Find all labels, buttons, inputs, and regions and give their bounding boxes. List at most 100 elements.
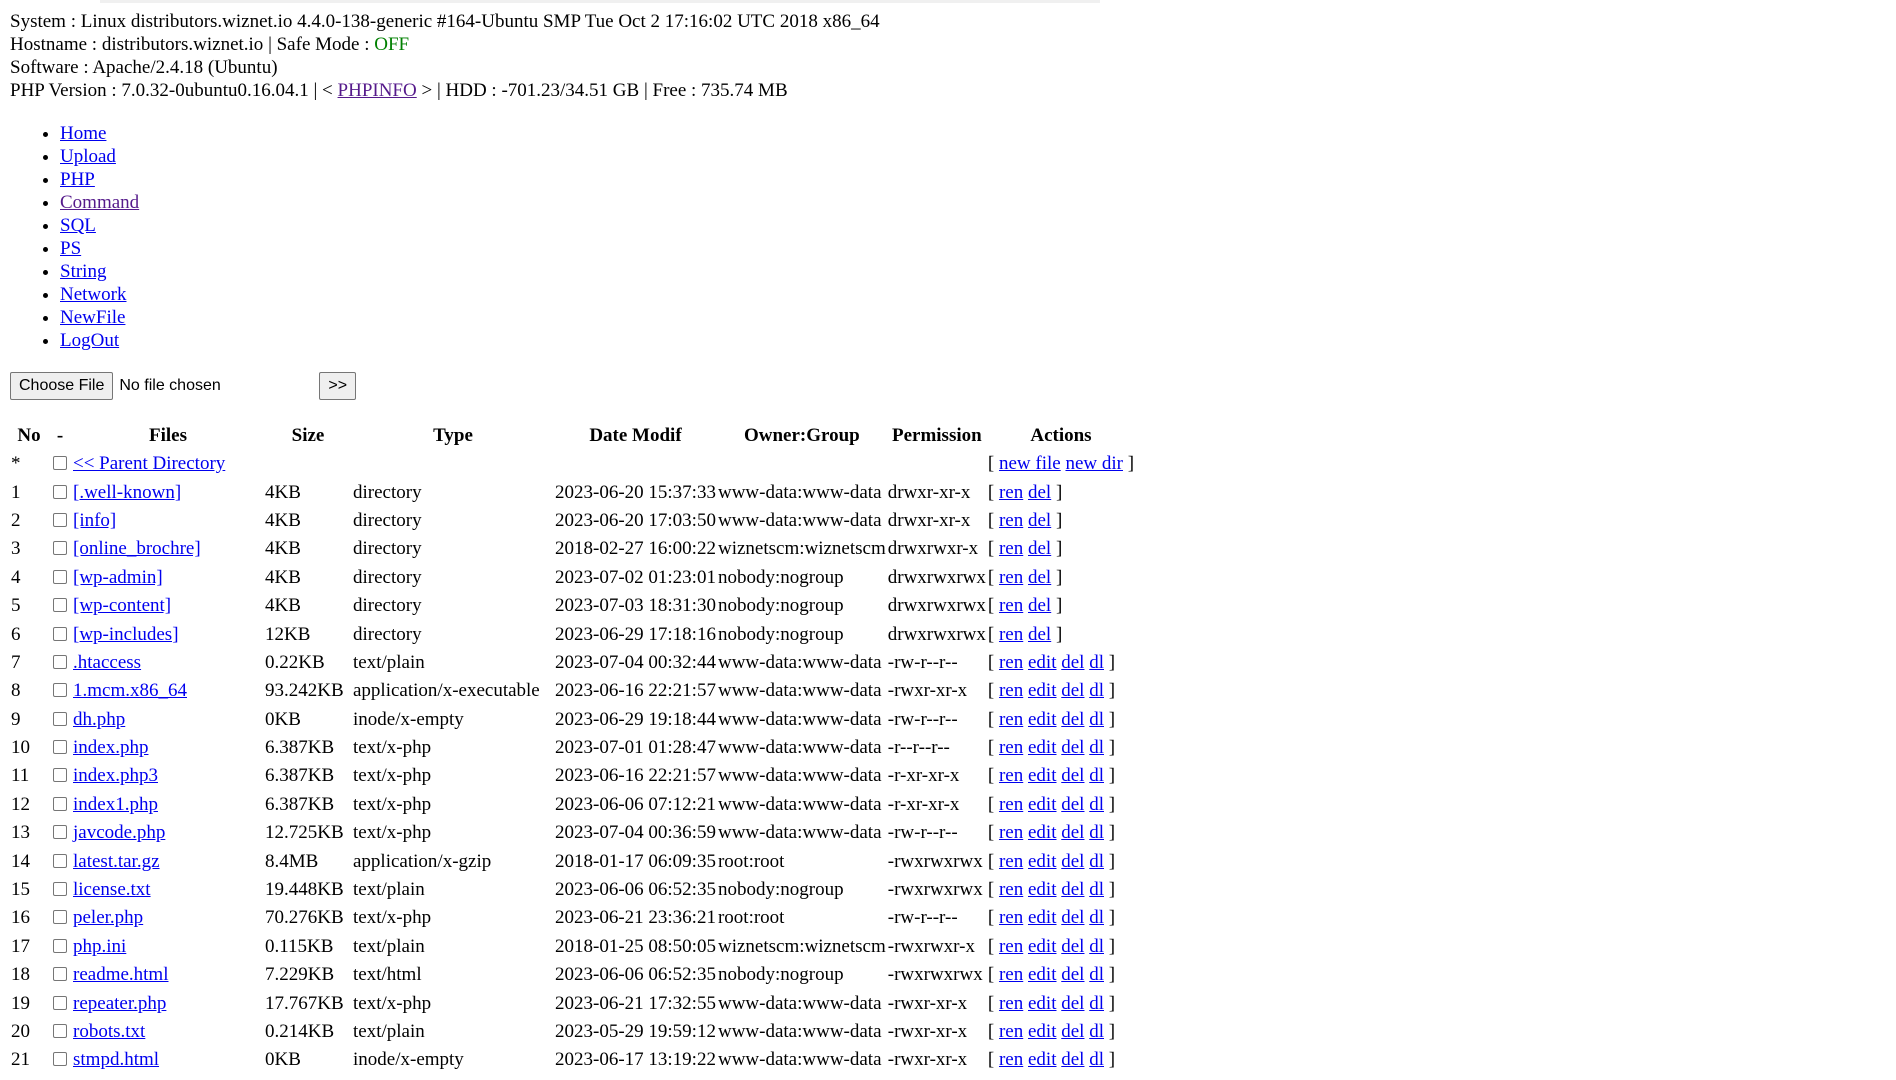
delete-link[interactable]: del <box>1061 822 1084 843</box>
new-file-link[interactable]: new file <box>999 453 1061 474</box>
row-checkbox[interactable] <box>53 711 67 726</box>
download-link[interactable]: dl <box>1089 680 1104 701</box>
row-checkbox[interactable] <box>53 882 67 897</box>
row-checkbox[interactable] <box>53 796 67 811</box>
rename-link[interactable]: ren <box>999 624 1023 645</box>
file-link[interactable]: php.ini <box>73 936 126 957</box>
delete-link[interactable]: del <box>1061 652 1084 673</box>
delete-link[interactable]: del <box>1061 964 1084 985</box>
file-link[interactable]: peler.php <box>73 907 143 928</box>
download-link[interactable]: dl <box>1089 993 1104 1014</box>
file-link[interactable]: [wp-includes] <box>73 624 179 645</box>
row-checkbox[interactable] <box>53 995 67 1010</box>
file-link[interactable]: javcode.php <box>73 822 165 843</box>
delete-link[interactable]: del <box>1028 624 1051 645</box>
download-link[interactable]: dl <box>1089 879 1104 900</box>
file-link[interactable]: [wp-content] <box>73 595 171 616</box>
rename-link[interactable]: ren <box>999 851 1023 872</box>
row-checkbox[interactable] <box>53 1024 67 1038</box>
rename-link[interactable]: ren <box>999 652 1023 673</box>
nav-link-sql[interactable]: SQL <box>60 215 96 236</box>
row-checkbox[interactable] <box>53 853 67 868</box>
file-link[interactable]: latest.tar.gz <box>73 851 160 872</box>
download-link[interactable]: dl <box>1089 1021 1104 1042</box>
file-link[interactable]: index.php <box>73 737 148 758</box>
delete-link[interactable]: del <box>1061 993 1084 1014</box>
rename-link[interactable]: ren <box>999 822 1023 843</box>
nav-link-command[interactable]: Command <box>60 192 139 213</box>
rename-link[interactable]: ren <box>999 993 1023 1014</box>
nav-link-upload[interactable]: Upload <box>60 146 116 167</box>
rename-link[interactable]: ren <box>999 765 1023 786</box>
delete-link[interactable]: del <box>1061 765 1084 786</box>
edit-link[interactable]: edit <box>1028 851 1057 872</box>
rename-link[interactable]: ren <box>999 510 1023 531</box>
edit-link[interactable]: edit <box>1028 737 1057 758</box>
delete-link[interactable]: del <box>1061 680 1084 701</box>
rename-link[interactable]: ren <box>999 567 1023 588</box>
file-link[interactable]: [wp-admin] <box>73 567 163 588</box>
row-checkbox[interactable] <box>53 456 67 471</box>
file-link[interactable]: [.well-known] <box>73 482 181 503</box>
file-link[interactable]: robots.txt <box>73 1021 145 1042</box>
file-link[interactable]: 1.mcm.x86_64 <box>73 680 187 701</box>
download-link[interactable]: dl <box>1089 765 1104 786</box>
rename-link[interactable]: ren <box>999 680 1023 701</box>
edit-link[interactable]: edit <box>1028 794 1057 815</box>
row-checkbox[interactable] <box>53 512 67 527</box>
delete-link[interactable]: del <box>1061 936 1084 957</box>
file-link[interactable]: dh.php <box>73 709 125 730</box>
file-link[interactable]: index.php3 <box>73 765 158 786</box>
nav-link-home[interactable]: Home <box>60 123 106 144</box>
download-link[interactable]: dl <box>1089 709 1104 730</box>
download-link[interactable]: dl <box>1089 737 1104 758</box>
file-link[interactable]: readme.html <box>73 964 169 985</box>
nav-link-network[interactable]: Network <box>60 284 126 305</box>
delete-link[interactable]: del <box>1028 595 1051 616</box>
edit-link[interactable]: edit <box>1028 765 1057 786</box>
rename-link[interactable]: ren <box>999 737 1023 758</box>
delete-link[interactable]: del <box>1061 1049 1084 1070</box>
delete-link[interactable]: del <box>1061 737 1084 758</box>
row-checkbox[interactable] <box>53 541 67 556</box>
rename-link[interactable]: ren <box>999 1021 1023 1042</box>
rename-link[interactable]: ren <box>999 482 1023 503</box>
new-dir-link[interactable]: new dir <box>1065 453 1123 474</box>
rename-link[interactable]: ren <box>999 964 1023 985</box>
edit-link[interactable]: edit <box>1028 879 1057 900</box>
delete-link[interactable]: del <box>1061 851 1084 872</box>
rename-link[interactable]: ren <box>999 595 1023 616</box>
edit-link[interactable]: edit <box>1028 822 1057 843</box>
parent-directory-link[interactable]: << Parent Directory <box>73 453 225 474</box>
delete-link[interactable]: del <box>1061 907 1084 928</box>
rename-link[interactable]: ren <box>999 709 1023 730</box>
choose-file-button[interactable]: Choose File <box>10 372 114 400</box>
file-link[interactable]: stmpd.html <box>73 1049 159 1070</box>
row-checkbox[interactable] <box>53 740 67 755</box>
delete-link[interactable]: del <box>1028 538 1051 559</box>
edit-link[interactable]: edit <box>1028 1021 1057 1042</box>
delete-link[interactable]: del <box>1061 879 1084 900</box>
delete-link[interactable]: del <box>1061 1021 1084 1042</box>
edit-link[interactable]: edit <box>1028 652 1057 673</box>
edit-link[interactable]: edit <box>1028 680 1057 701</box>
nav-link-php[interactable]: PHP <box>60 169 95 190</box>
row-checkbox[interactable] <box>53 598 67 613</box>
file-link[interactable]: index1.php <box>73 794 158 815</box>
nav-link-newfile[interactable]: NewFile <box>60 307 125 328</box>
download-link[interactable]: dl <box>1089 794 1104 815</box>
download-link[interactable]: dl <box>1089 822 1104 843</box>
row-checkbox[interactable] <box>53 626 67 641</box>
download-link[interactable]: dl <box>1089 964 1104 985</box>
rename-link[interactable]: ren <box>999 879 1023 900</box>
nav-link-ps[interactable]: PS <box>60 238 81 259</box>
row-checkbox[interactable] <box>53 768 67 783</box>
delete-link[interactable]: del <box>1061 794 1084 815</box>
row-checkbox[interactable] <box>53 484 67 499</box>
edit-link[interactable]: edit <box>1028 907 1057 928</box>
edit-link[interactable]: edit <box>1028 936 1057 957</box>
rename-link[interactable]: ren <box>999 538 1023 559</box>
phpinfo-link[interactable]: PHPINFO <box>338 80 417 101</box>
delete-link[interactable]: del <box>1028 510 1051 531</box>
edit-link[interactable]: edit <box>1028 993 1057 1014</box>
